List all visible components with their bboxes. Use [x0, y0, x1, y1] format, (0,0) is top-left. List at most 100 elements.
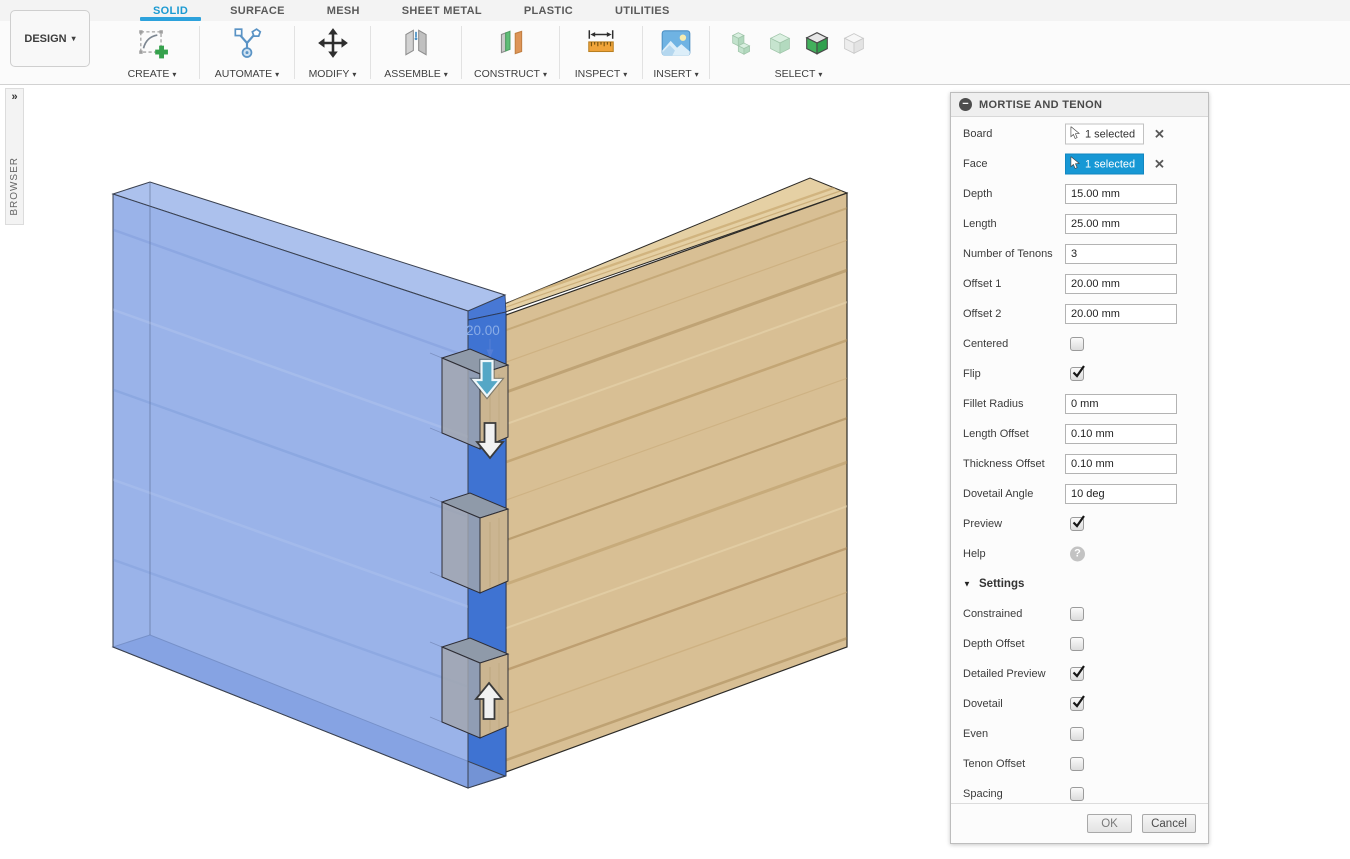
cancel-button[interactable]: Cancel — [1142, 814, 1196, 833]
offset-1-input[interactable] — [1065, 274, 1177, 294]
even-checkbox[interactable] — [1070, 727, 1084, 741]
assemble-menu-button[interactable]: ASSEMBLE▾ — [384, 68, 448, 80]
assemble-label: ASSEMBLE — [384, 68, 441, 80]
dovetail-angle-input[interactable] — [1065, 484, 1177, 504]
section-collapse-icon[interactable]: ▼ — [963, 580, 971, 589]
inspect-label: INSPECT — [575, 68, 621, 80]
tenon-offset-checkbox[interactable] — [1070, 757, 1084, 771]
viewport-3d[interactable]: 20.00 — [0, 85, 1350, 859]
dialog-rows: Board1 selected✕Face1 selected✕DepthLeng… — [951, 117, 1208, 809]
dialog-row-face: Face1 selected✕ — [951, 149, 1208, 179]
flip-checkbox[interactable] — [1070, 367, 1084, 381]
inspect-icon[interactable] — [584, 26, 618, 60]
dialog-row-depth-offset: Depth Offset — [951, 629, 1208, 659]
modify-menu-button[interactable]: MODIFY▾ — [309, 68, 357, 80]
construct-icon[interactable] — [494, 26, 528, 60]
tab-mesh[interactable]: MESH — [306, 0, 381, 21]
create-menu-button[interactable]: CREATE▾ — [128, 68, 177, 80]
insert-icon[interactable] — [659, 26, 693, 60]
depth-offset-label: Depth Offset — [963, 638, 1025, 650]
toolbar-group-construct: CONSTRUCT▾ — [462, 21, 559, 84]
automate-icon[interactable] — [230, 26, 264, 60]
dialog-row-dovetail-angle: Dovetail Angle — [951, 479, 1208, 509]
dialog-row-depth: Depth — [951, 179, 1208, 209]
chevrons-right-icon[interactable]: » — [11, 92, 17, 103]
dropdown-caret-icon: ▾ — [695, 70, 699, 79]
face-selection-button[interactable]: 1 selected — [1065, 154, 1144, 175]
tab-plastic[interactable]: PLASTIC — [503, 0, 594, 21]
detailed-preview-checkbox[interactable] — [1070, 667, 1084, 681]
browser-panel-label: BROWSER — [9, 157, 20, 216]
tab-solid[interactable]: SOLID — [132, 0, 209, 21]
cursor-icon — [1070, 156, 1081, 172]
select-cube-pale-icon[interactable] — [839, 26, 869, 60]
centered-checkbox[interactable] — [1070, 337, 1084, 351]
selection-count-label: 1 selected — [1085, 158, 1135, 170]
board-label: Board — [963, 128, 992, 140]
design-menu-button[interactable]: DESIGN ▾ — [10, 10, 90, 67]
select-cube-light-icon[interactable] — [765, 26, 795, 60]
preview-label: Preview — [963, 518, 1002, 530]
toolbar-group-inspect: INSPECT▾ — [560, 21, 642, 84]
tenon-board[interactable] — [460, 178, 870, 813]
depth-offset-checkbox[interactable] — [1070, 637, 1084, 651]
dialog-row-tenon-offset: Tenon Offset — [951, 749, 1208, 779]
length-input[interactable] — [1065, 214, 1177, 234]
offset-2-input[interactable] — [1065, 304, 1177, 324]
automate-menu-button[interactable]: AUTOMATE▾ — [215, 68, 279, 80]
select-menu-button[interactable]: SELECT▾ — [775, 68, 823, 80]
dialog-row-offset-1: Offset 1 — [951, 269, 1208, 299]
depth-label: Depth — [963, 188, 992, 200]
dialog-row-board: Board 1 selected ✕ — [951, 119, 1208, 149]
tenon-previews[interactable] — [430, 349, 508, 738]
tab-sheet-metal[interactable]: SHEET METAL — [381, 0, 503, 21]
collapse-dialog-icon[interactable]: − — [959, 98, 972, 111]
dialog-row-flip: Flip — [951, 359, 1208, 389]
spacing-checkbox[interactable] — [1070, 787, 1084, 801]
board-selection-button[interactable]: 1 selected — [1065, 124, 1144, 145]
dropdown-caret-icon: ▾ — [818, 70, 822, 79]
constrained-checkbox[interactable] — [1070, 607, 1084, 621]
toolbar-group-automate: AUTOMATE▾ — [200, 21, 294, 84]
number-of-tenons-input[interactable] — [1065, 244, 1177, 264]
design-menu-label: DESIGN — [24, 33, 66, 45]
modify-icon[interactable] — [316, 26, 350, 60]
toolbar-groups: CREATE▾AUTOMATE▾MODIFY▾ASSEMBLE▾CONSTRUC… — [105, 21, 887, 84]
tab-surface[interactable]: SURFACE — [209, 0, 306, 21]
select-bodies-icon[interactable] — [728, 26, 758, 60]
browser-panel[interactable]: » BROWSER — [5, 88, 24, 225]
construct-menu-button[interactable]: CONSTRUCT▾ — [474, 68, 547, 80]
face-clear-button[interactable]: ✕ — [1154, 158, 1165, 171]
dropdown-caret-icon: ▾ — [352, 70, 356, 79]
toolbar-group-insert: INSERT▾ — [643, 21, 709, 84]
help-button[interactable]: ? — [1070, 547, 1085, 562]
assemble-icon[interactable] — [399, 26, 433, 60]
length-offset-input[interactable] — [1065, 424, 1177, 444]
dovetail-checkbox[interactable] — [1070, 697, 1084, 711]
dialog-header[interactable]: − MORTISE AND TENON — [951, 93, 1208, 117]
insert-menu-button[interactable]: INSERT▾ — [653, 68, 698, 80]
tab-utilities[interactable]: UTILITIES — [594, 0, 691, 21]
preview-checkbox[interactable] — [1070, 517, 1084, 531]
fillet-radius-label: Fillet Radius — [963, 398, 1024, 410]
constrained-label: Constrained — [963, 608, 1022, 620]
select-cube-green-icon[interactable] — [802, 26, 832, 60]
dropdown-caret-icon: ▾ — [72, 34, 76, 43]
cursor-icon — [1070, 126, 1081, 142]
dropdown-caret-icon: ▾ — [444, 70, 448, 79]
fillet-radius-input[interactable] — [1065, 394, 1177, 414]
ok-button[interactable]: OK — [1087, 814, 1132, 833]
inspect-menu-button[interactable]: INSPECT▾ — [575, 68, 628, 80]
automate-label: AUTOMATE — [215, 68, 272, 80]
board-clear-button[interactable]: ✕ — [1154, 128, 1165, 141]
dialog-footer: OK Cancel — [951, 803, 1208, 843]
depth-input[interactable] — [1065, 184, 1177, 204]
length-label: Length — [963, 218, 997, 230]
length-offset-label: Length Offset — [963, 428, 1029, 440]
toolbar-group-select: SELECT▾ — [710, 21, 887, 84]
dovetail-angle-label: Dovetail Angle — [963, 488, 1033, 500]
thickness-offset-input[interactable] — [1065, 454, 1177, 474]
workspace-tabs: SOLIDSURFACEMESHSHEET METALPLASTICUTILIT… — [0, 0, 1350, 21]
create-icon[interactable] — [135, 26, 169, 60]
offset-1-label: Offset 1 — [963, 278, 1001, 290]
